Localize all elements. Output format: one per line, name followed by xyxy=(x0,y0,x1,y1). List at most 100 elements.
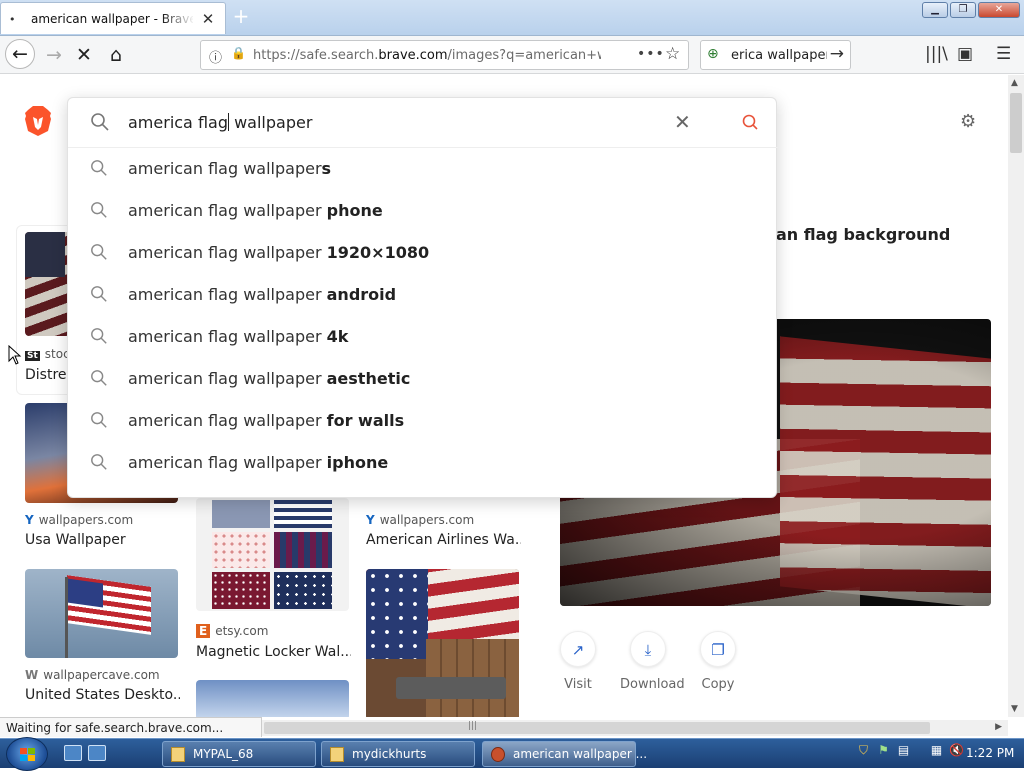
vertical-scrollbar[interactable]: ▲ ▼ xyxy=(1008,75,1024,717)
download-icon: ⤓ xyxy=(630,631,666,667)
settings-gear-icon[interactable]: ⚙ xyxy=(960,111,976,132)
volume-icon[interactable]: 🔇 xyxy=(949,743,964,758)
image-source: St stoc xyxy=(25,347,70,361)
action-center-icon[interactable]: ▤ xyxy=(896,743,911,758)
image-caption[interactable]: United States Deskto... xyxy=(25,687,180,703)
address-url: https://safe.search.brave.com/images?q=a… xyxy=(253,48,601,63)
suggestion-text: american flag wallpaper android xyxy=(128,285,397,304)
back-button[interactable]: ← xyxy=(5,39,35,69)
search-suggestion[interactable]: american flag wallpaper iphone xyxy=(68,442,778,484)
image-thumbnail[interactable] xyxy=(25,569,178,658)
search-suggestion[interactable]: american flag wallpaper android xyxy=(68,274,778,316)
home-button[interactable]: ⌂ xyxy=(102,41,130,69)
image-source: Ywallpapers.com xyxy=(366,513,475,527)
search-suggestion[interactable]: american flag wallpapers xyxy=(68,148,778,190)
network-icon[interactable]: ▦ xyxy=(929,743,944,758)
taskbar-item-folder[interactable]: MYPAL_68 xyxy=(162,741,316,767)
tab-active[interactable]: • american wallpaper - Brave Search ✕ xyxy=(0,2,226,34)
image-caption[interactable]: Usa Wallpaper xyxy=(25,532,175,548)
search-go-icon[interactable]: → xyxy=(830,44,844,64)
suggestion-text: american flag wallpaper phone xyxy=(128,201,383,220)
flag-icon[interactable]: ⚑ xyxy=(876,743,891,758)
restore-button[interactable]: ❐ xyxy=(950,2,976,18)
stop-loading-button[interactable]: ✕ xyxy=(70,41,98,69)
visit-button[interactable]: ↗ Visit xyxy=(550,631,606,692)
address-bar[interactable]: ⓘ 🔒 https://safe.search.brave.com/images… xyxy=(200,40,689,70)
copy-label: Copy xyxy=(701,677,735,692)
image-caption[interactable]: Distres xyxy=(25,367,70,383)
tab-strip: • american wallpaper - Brave Search ✕ + … xyxy=(0,0,1024,36)
download-button[interactable]: ⤓ Download xyxy=(620,631,685,692)
tab-close-icon[interactable]: ✕ xyxy=(199,10,217,28)
close-window-button[interactable]: ✕ xyxy=(978,2,1020,18)
horizontal-scrollbar[interactable]: ||| ▶ xyxy=(262,720,1008,736)
forward-button[interactable]: → xyxy=(40,41,68,69)
image-caption[interactable]: American Airlines Wa... xyxy=(366,532,521,548)
scrollbar-thumb[interactable] xyxy=(1010,93,1022,153)
image-thumbnail[interactable] xyxy=(196,498,349,611)
site-info-icon[interactable]: ⓘ xyxy=(209,47,222,66)
search-icon xyxy=(91,412,107,428)
minimize-button[interactable]: ▁ xyxy=(922,2,948,18)
search-icon xyxy=(91,328,107,344)
image-thumbnail[interactable] xyxy=(25,232,70,336)
sidebar-icon[interactable]: ▣ xyxy=(957,44,973,64)
copy-button[interactable]: ❐ Copy xyxy=(690,631,746,692)
clear-search-icon[interactable]: ✕ xyxy=(674,110,691,134)
image-source: Eetsy.com xyxy=(196,624,268,638)
explorer-icon[interactable] xyxy=(88,745,106,761)
suggestion-text: american flag wallpaper for walls xyxy=(128,411,405,430)
copy-icon: ❐ xyxy=(700,631,736,667)
taskbar-item-browser[interactable]: american wallpaper ... xyxy=(482,741,647,767)
download-label: Download xyxy=(620,677,685,692)
search-engine-icon[interactable]: ⊕ xyxy=(707,46,719,62)
windows-logo-icon xyxy=(20,748,35,761)
toolbar-search-box[interactable]: ⊕ erica wallpaper → xyxy=(700,40,851,70)
suggestion-text: american flag wallpaper 1920×1080 xyxy=(128,243,430,262)
image-thumbnail[interactable] xyxy=(366,569,519,717)
wallpapers-favicon-icon: Y xyxy=(366,513,375,527)
library-icon[interactable]: |||\ xyxy=(925,44,948,64)
shield-icon[interactable]: ⛉ xyxy=(856,743,871,758)
search-suggestion[interactable]: american flag wallpaper 1920×1080 xyxy=(68,232,778,274)
search-suggestion[interactable]: american flag wallpaper 4k xyxy=(68,316,778,358)
new-tab-button[interactable]: + xyxy=(230,5,252,27)
start-button[interactable] xyxy=(6,737,48,771)
scrollbar-thumb[interactable] xyxy=(264,722,930,734)
source-favicon-icon: St xyxy=(25,351,40,361)
search-input[interactable]: america flag wallpaper ✕ xyxy=(68,98,778,148)
scroll-right-icon[interactable]: ▶ xyxy=(995,722,1002,732)
toolbar-search-value: erica wallpaper xyxy=(731,48,827,63)
bookmark-star-icon[interactable]: ☆ xyxy=(665,44,680,64)
suggestion-text: american flag wallpaper iphone xyxy=(128,453,389,472)
clock[interactable]: 1:22 PM xyxy=(966,746,1014,760)
image-source: Wwallpapercave.com xyxy=(25,668,160,682)
search-icon xyxy=(91,202,107,218)
search-suggestion[interactable]: american flag wallpaper aesthetic xyxy=(68,358,778,400)
suggestion-text: american flag wallpaper 4k xyxy=(128,327,349,346)
search-query: america flag wallpaper xyxy=(128,113,313,132)
page-actions-icon[interactable]: ••• xyxy=(637,46,665,62)
suggestion-text: american flag wallpapers xyxy=(128,159,332,178)
search-suggestion[interactable]: american flag wallpaper phone xyxy=(68,190,778,232)
search-icon xyxy=(91,113,109,131)
status-bar: Waiting for safe.search.brave.com... xyxy=(0,717,262,737)
search-submit-icon[interactable] xyxy=(741,113,759,131)
search-autocomplete: america flag wallpaper ✕ american flag w… xyxy=(67,97,778,498)
folder-icon xyxy=(330,747,344,762)
etsy-favicon-icon: E xyxy=(196,624,211,638)
image-thumbnail[interactable] xyxy=(196,680,349,717)
scroll-down-icon[interactable]: ▼ xyxy=(1011,704,1018,714)
show-desktop-icon[interactable] xyxy=(64,745,82,761)
search-suggestion[interactable]: american flag wallpaper for walls xyxy=(68,400,778,442)
scroll-up-icon[interactable]: ▲ xyxy=(1011,78,1018,88)
suggestion-text: american flag wallpaper aesthetic xyxy=(128,369,411,388)
menu-icon[interactable]: ☰ xyxy=(996,44,1011,64)
brave-logo-icon[interactable] xyxy=(24,105,52,137)
wallpapers-favicon-icon: Y xyxy=(25,513,34,527)
external-link-icon: ↗ xyxy=(560,631,596,667)
taskbar-item-folder[interactable]: mydickhurts xyxy=(321,741,475,767)
image-caption[interactable]: Magnetic Locker Wal... xyxy=(196,644,351,660)
search-icon xyxy=(91,454,107,470)
navigation-toolbar: ← → ✕ ⌂ ⓘ 🔒 https://safe.search.brave.co… xyxy=(0,36,1024,74)
